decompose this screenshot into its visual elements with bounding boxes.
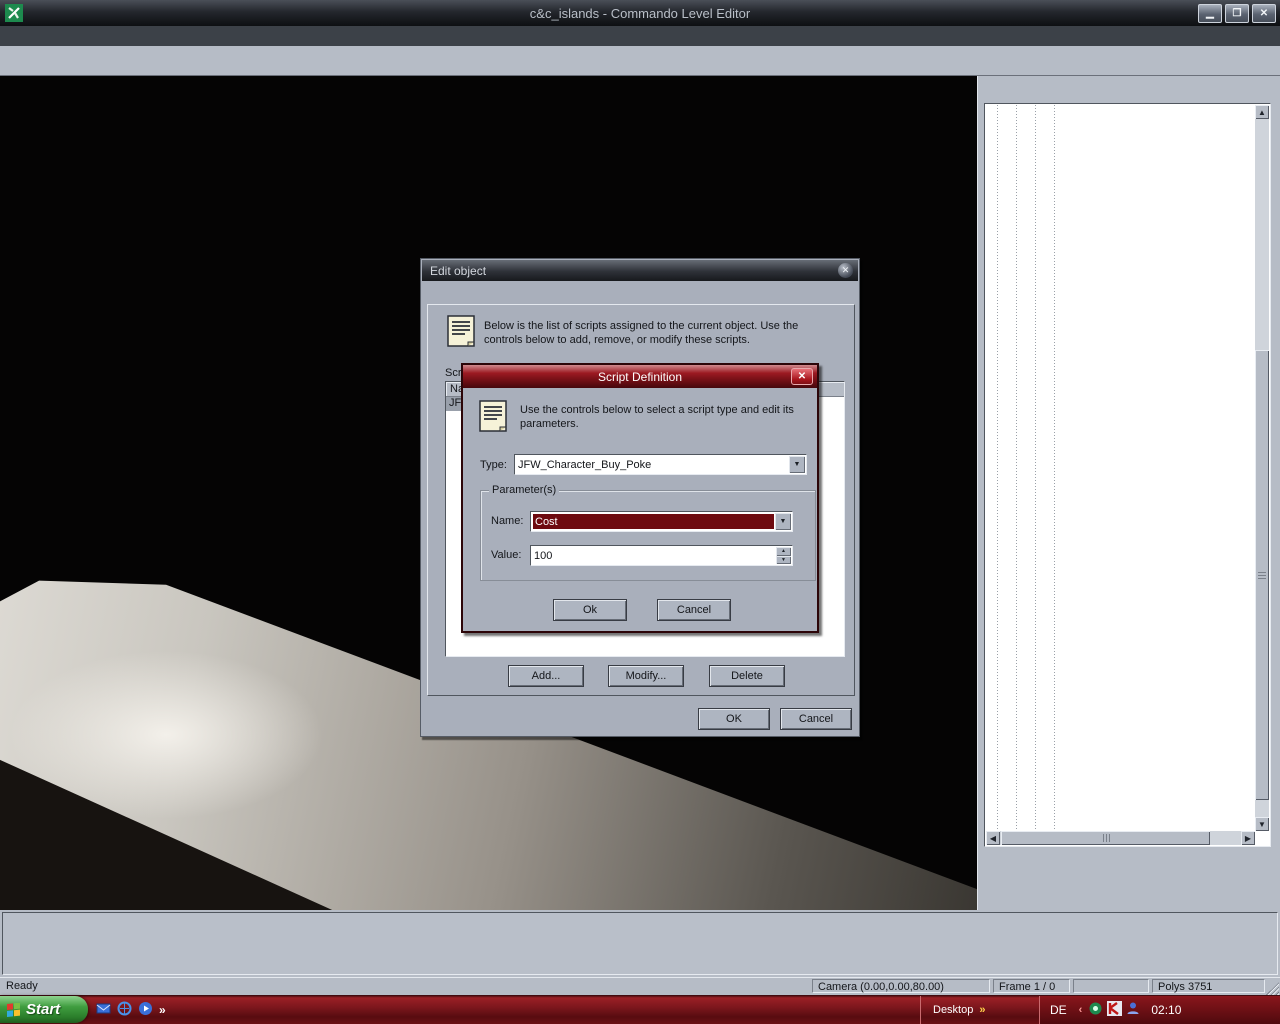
scroll-down-icon[interactable]: ▼ <box>1255 817 1269 831</box>
status-ready: Ready <box>6 980 38 992</box>
name-label: Name: <box>491 515 523 527</box>
desktop-chevron[interactable]: » <box>979 1004 985 1016</box>
spin-down-icon: ▼ <box>776 556 791 565</box>
start-label: Start <box>26 1001 60 1018</box>
menu-bar <box>0 26 1280 47</box>
script-ok-button[interactable]: Ok <box>553 599 627 621</box>
modify-script-button[interactable]: Modify... <box>608 665 684 687</box>
preset-tree: ▲ ▼ ◀ ▶ <box>984 103 1271 847</box>
type-label: Type: <box>480 459 507 471</box>
preset-tree-rows <box>986 105 1255 831</box>
parameter-name-value: Cost <box>533 514 774 529</box>
script-paper-icon <box>479 400 508 436</box>
toolbar <box>0 46 1280 76</box>
scroll-left-icon[interactable]: ◀ <box>986 831 1000 845</box>
taskbar-clock[interactable]: 02:10 <box>1151 1003 1181 1017</box>
scroll-up-icon[interactable]: ▲ <box>1255 105 1269 119</box>
chevron-down-icon[interactable]: ▼ <box>775 513 791 530</box>
edit-object-title: Edit object <box>430 264 486 278</box>
quick-launch: » <box>96 998 166 1021</box>
script-type-value: JFW_Character_Buy_Poke <box>518 459 651 471</box>
parameter-value-input[interactable]: 100 ▲▼ <box>530 545 793 566</box>
resize-grip[interactable] <box>1266 982 1279 995</box>
horizontal-scroll-thumb[interactable] <box>1001 831 1210 845</box>
start-button[interactable]: Start <box>0 996 88 1023</box>
quick-launch-chevron[interactable]: » <box>159 1003 166 1017</box>
script-definition-title-bar[interactable]: Script Definition ✕ <box>463 365 817 388</box>
title-bar: c&c_islands - Commando Level Editor ▁ ❐ … <box>0 0 1280 26</box>
value-label: Value: <box>491 549 521 561</box>
status-bar: Ready Camera (0.00,0.00,80.00) Frame 1 /… <box>0 977 1280 996</box>
preset-actions <box>982 854 1277 900</box>
script-definition-dialog: Script Definition ✕ Use the controls bel… <box>461 363 819 633</box>
parameter-name-combobox[interactable]: Cost ▼ <box>530 511 793 532</box>
edit-object-cancel-button[interactable]: Cancel <box>780 708 852 730</box>
add-script-button[interactable]: Add... <box>508 665 584 687</box>
tray-chevron[interactable]: ‹ <box>1079 1004 1083 1016</box>
eye-tray-icon[interactable] <box>1088 1001 1103 1019</box>
application-window: c&c_islands - Commando Level Editor ▁ ❐ … <box>0 0 1280 1024</box>
script-definition-close-icon[interactable]: ✕ <box>791 368 813 385</box>
edit-object-close-icon[interactable]: ✕ <box>838 263 853 278</box>
script-type-combobox[interactable]: JFW_Character_Buy_Poke ▼ <box>514 454 807 475</box>
desktop-band: Desktop » <box>920 996 1035 1024</box>
script-cancel-button[interactable]: Cancel <box>657 599 731 621</box>
tree-horizontal-scrollbar[interactable]: ◀ ▶ <box>986 831 1255 845</box>
parameter-value-text: 100 <box>534 550 552 562</box>
vertical-scroll-thumb[interactable] <box>1255 350 1269 800</box>
antivirus-icon[interactable] <box>1107 1001 1122 1019</box>
media-player-icon[interactable] <box>138 1001 153 1019</box>
system-tray: DE ‹ 02:10 <box>1039 996 1280 1024</box>
scroll-right-icon[interactable]: ▶ <box>1241 831 1255 845</box>
maximize-button[interactable]: ❐ <box>1225 4 1249 23</box>
spin-up-icon: ▲ <box>776 547 791 556</box>
status-polys: Polys 3751 <box>1152 979 1265 993</box>
status-camera: Camera (0.00,0.00,80.00) <box>812 979 990 993</box>
presets-panel: ▲ ▼ ◀ ▶ <box>977 76 1280 910</box>
desktop-label[interactable]: Desktop <box>933 1004 973 1016</box>
close-button[interactable]: ✕ <box>1252 4 1276 23</box>
chevron-down-icon[interactable]: ▼ <box>789 456 805 473</box>
script-definition-title: Script Definition <box>598 370 682 384</box>
script-definition-description: Use the controls below to select a scrip… <box>520 403 800 431</box>
scripts-description: Below is the list of scripts assigned to… <box>484 319 836 347</box>
minimize-button[interactable]: ▁ <box>1198 4 1222 23</box>
script-paper-icon <box>447 315 476 351</box>
outlook-icon[interactable] <box>96 1001 111 1019</box>
language-indicator[interactable]: DE <box>1050 1003 1067 1017</box>
log-panel <box>0 910 1280 977</box>
status-frame: Frame 1 / 0 <box>993 979 1070 993</box>
windows-flag-icon <box>7 1003 21 1017</box>
log-output <box>2 912 1278 975</box>
tree-vertical-scrollbar[interactable]: ▲ ▼ <box>1255 105 1269 831</box>
edit-object-ok-button[interactable]: OK <box>698 708 770 730</box>
taskbar: Start » Desktop » DE ‹ 02:10 <box>0 995 1280 1024</box>
status-empty-panel <box>1073 979 1149 993</box>
window-title: c&c_islands - Commando Level Editor <box>0 6 1280 21</box>
edit-object-title-bar[interactable]: Edit object ✕ <box>422 260 858 281</box>
delete-script-button[interactable]: Delete <box>709 665 785 687</box>
value-spinner[interactable]: ▲▼ <box>776 547 791 564</box>
parameters-legend: Parameter(s) <box>489 484 559 496</box>
ie-icon[interactable] <box>117 1001 132 1019</box>
parameters-groupbox: Parameter(s) Name: Cost ▼ Value: 100 ▲▼ <box>480 490 816 581</box>
user-tray-icon[interactable] <box>1126 1001 1141 1019</box>
